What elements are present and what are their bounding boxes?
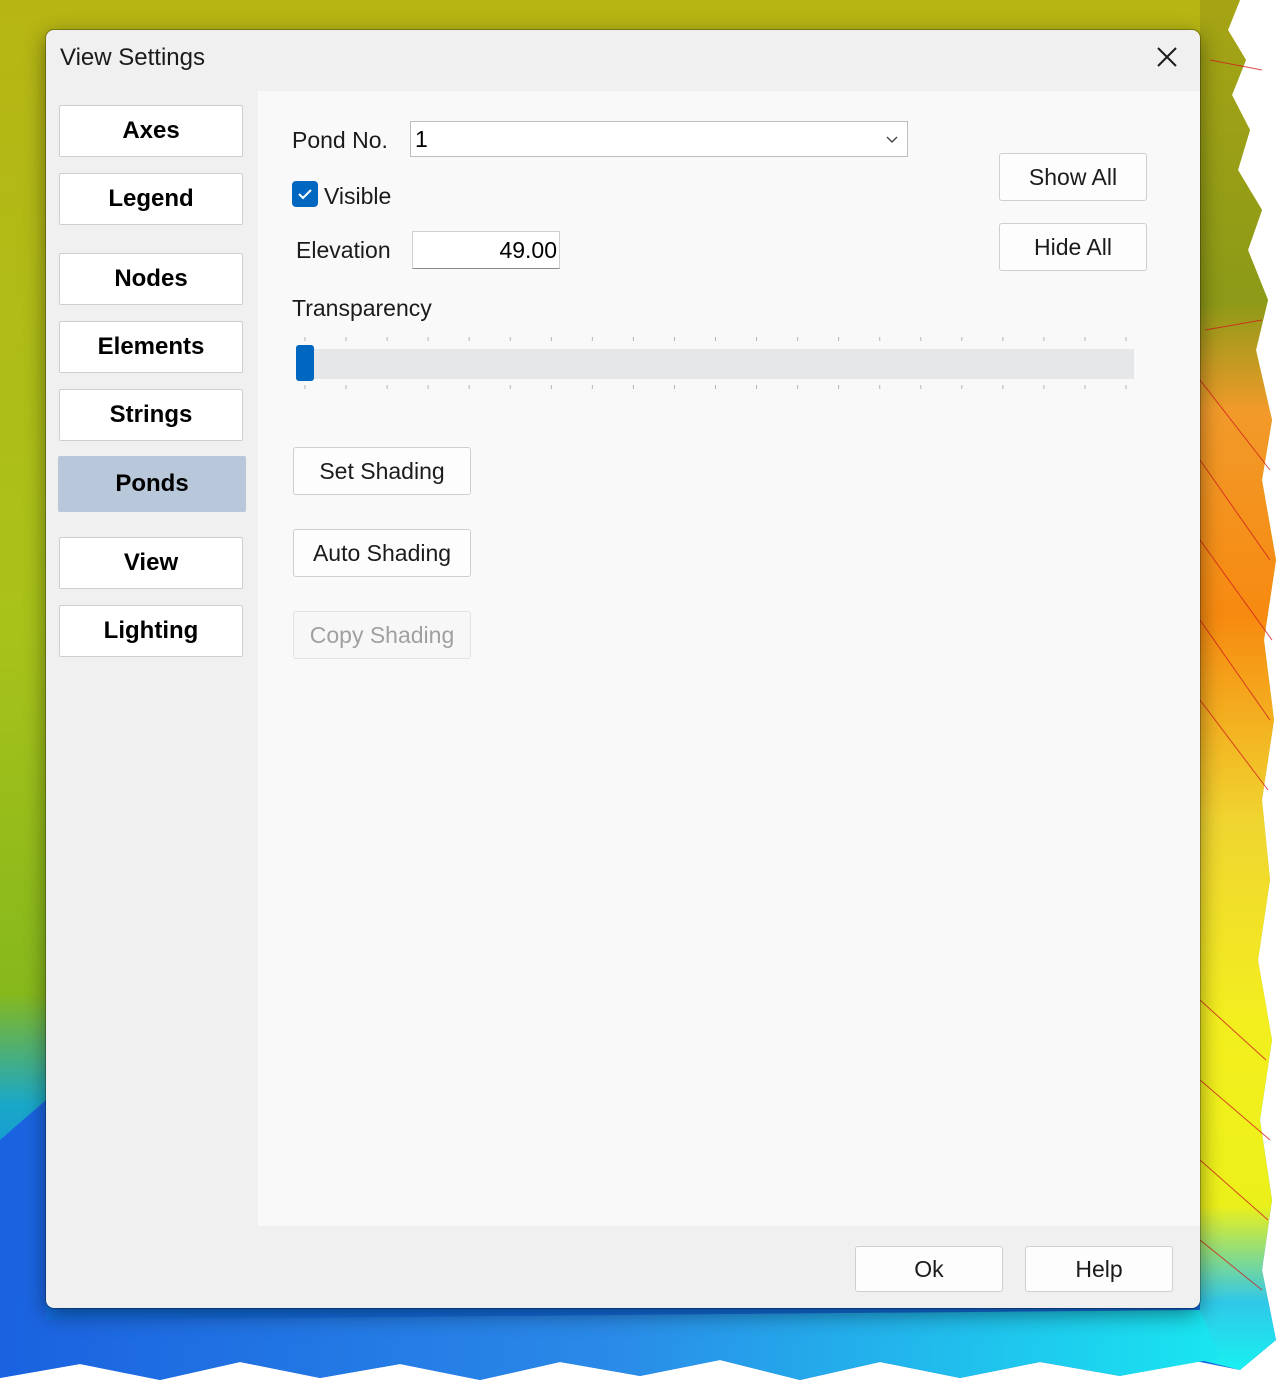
chevron-down-icon xyxy=(886,136,898,143)
ok-button[interactable]: Ok xyxy=(855,1246,1003,1292)
transparency-slider[interactable] xyxy=(296,337,1136,389)
visible-checkbox[interactable] xyxy=(292,181,318,207)
view-settings-dialog: View Settings Axes Legend Nodes Elements… xyxy=(46,30,1200,1308)
pond-no-label: Pond No. xyxy=(292,127,388,153)
show-all-button[interactable]: Show All xyxy=(999,153,1147,201)
close-button[interactable] xyxy=(1150,40,1184,74)
sidebar-item-elements[interactable]: Elements xyxy=(59,321,243,373)
set-shading-button[interactable]: Set Shading xyxy=(293,447,471,495)
close-icon xyxy=(1157,47,1177,67)
elevation-label: Elevation xyxy=(296,237,391,263)
checkmark-icon xyxy=(298,189,312,200)
sidebar-item-legend[interactable]: Legend xyxy=(59,173,243,225)
sidebar-item-axes[interactable]: Axes xyxy=(59,105,243,157)
auto-shading-button[interactable]: Auto Shading xyxy=(293,529,471,577)
hide-all-button[interactable]: Hide All xyxy=(999,223,1147,271)
elevation-input[interactable]: 49.00 xyxy=(412,231,560,269)
pond-no-select[interactable]: 1 xyxy=(410,121,908,157)
sidebar-item-lighting[interactable]: Lighting xyxy=(59,605,243,657)
sidebar-item-ponds[interactable]: Ponds xyxy=(58,456,246,512)
visible-label: Visible xyxy=(324,183,392,209)
help-button[interactable]: Help xyxy=(1025,1246,1173,1292)
dialog-title: View Settings xyxy=(60,44,205,71)
ponds-panel: Pond No. 1 Visible Elevation 49.00 Trans… xyxy=(258,91,1200,1226)
pond-no-value: 1 xyxy=(415,126,428,152)
transparency-label: Transparency xyxy=(292,295,432,321)
sidebar-item-view[interactable]: View xyxy=(59,537,243,589)
copy-shading-button: Copy Shading xyxy=(293,611,471,659)
sidebar-item-nodes[interactable]: Nodes xyxy=(59,253,243,305)
slider-thumb[interactable] xyxy=(296,345,314,381)
sidebar-item-strings[interactable]: Strings xyxy=(59,389,243,441)
